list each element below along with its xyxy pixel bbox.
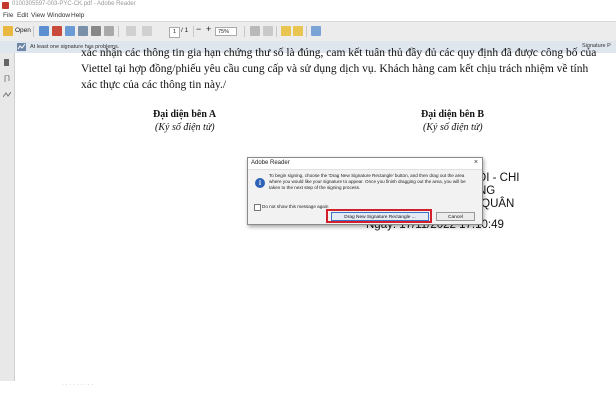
create-pdf-icon[interactable] bbox=[39, 26, 49, 36]
page-number-input[interactable]: 1 bbox=[169, 27, 180, 38]
fit-page-icon[interactable] bbox=[250, 26, 260, 36]
menu-help[interactable]: Help bbox=[71, 12, 84, 19]
adobe-reader-icon bbox=[2, 2, 9, 9]
open-folder-icon[interactable] bbox=[3, 26, 13, 36]
navigation-panel bbox=[0, 53, 15, 381]
party-a-title: Đại diện bên A bbox=[153, 109, 217, 120]
document-text-line: Viettel tại hợp đồng/phiếu yêu cầu cung … bbox=[81, 63, 589, 75]
email-icon[interactable] bbox=[104, 26, 114, 36]
document-text-line: xác thực của các thông tin này./ bbox=[81, 79, 227, 91]
party-b-title: Đại diện bên B bbox=[421, 109, 485, 120]
zoom-out-icon[interactable]: − bbox=[196, 24, 201, 34]
zoom-in-icon[interactable]: + bbox=[206, 24, 211, 34]
party-a-subtitle: (Ký số điện tử) bbox=[155, 122, 215, 133]
dialog-title-bar: Adobe Reader × bbox=[248, 158, 482, 170]
pages-icon[interactable] bbox=[3, 59, 11, 67]
dialog-title: Adobe Reader bbox=[251, 160, 290, 166]
close-icon[interactable]: × bbox=[474, 159, 478, 166]
next-page-icon[interactable] bbox=[142, 26, 152, 36]
open-button[interactable]: Open bbox=[15, 27, 31, 34]
save-icon[interactable] bbox=[78, 26, 88, 36]
toolbar-separator bbox=[244, 26, 245, 37]
menu-bar: File Edit View Window Help bbox=[0, 11, 616, 21]
window-title: 0100305597-003-PYC-CK.pdf - Adobe Reader bbox=[12, 1, 136, 7]
attachment-icon[interactable] bbox=[3, 75, 11, 83]
toolbar-separator bbox=[276, 26, 277, 37]
toolbar-separator bbox=[306, 26, 307, 37]
menu-view[interactable]: View bbox=[31, 12, 45, 19]
menu-edit[interactable]: Edit bbox=[17, 12, 28, 19]
dont-show-again-checkbox[interactable] bbox=[254, 204, 261, 211]
sign-icon[interactable] bbox=[65, 26, 75, 36]
drag-new-signature-rectangle-button[interactable]: Drag New Signature Rectangle ... bbox=[331, 212, 429, 221]
menu-file[interactable]: File bbox=[3, 12, 13, 19]
previous-page-icon[interactable] bbox=[126, 26, 136, 36]
adobe-reader-dialog: Adobe Reader × i To begin signing, choos… bbox=[247, 157, 483, 225]
print-icon[interactable] bbox=[91, 26, 101, 36]
cancel-button[interactable]: Cancel bbox=[436, 212, 475, 221]
document-text-line: xác nhận các thông tin gia hạn chứng thư… bbox=[81, 47, 597, 59]
sign-pen-icon[interactable] bbox=[311, 26, 321, 36]
page-total: / 1 bbox=[181, 27, 189, 34]
document-footer: · · · · · · · · · bbox=[0, 381, 616, 394]
fit-width-icon[interactable] bbox=[263, 26, 273, 36]
footer-text: · · · · · · · · · bbox=[62, 382, 94, 388]
toolbar: Open 1 / 1 − + 75% bbox=[0, 21, 616, 43]
toolbar-separator bbox=[33, 26, 34, 37]
info-icon: i bbox=[255, 178, 265, 188]
pdf-tools-icon[interactable] bbox=[52, 26, 62, 36]
menu-window[interactable]: Window bbox=[47, 12, 70, 19]
dont-show-again-label[interactable]: Do not show this message again bbox=[262, 204, 328, 209]
highlight-icon[interactable] bbox=[293, 26, 303, 36]
signatures-icon[interactable] bbox=[3, 91, 11, 99]
toolbar-separator bbox=[193, 26, 194, 37]
zoom-select[interactable]: 75% bbox=[215, 27, 237, 36]
signature-warning-icon bbox=[17, 43, 26, 51]
toolbar-separator bbox=[118, 26, 119, 37]
dialog-message: To begin signing, choose the 'Drag New S… bbox=[269, 173, 466, 190]
party-b-subtitle: (Ký số điện tử) bbox=[423, 122, 483, 133]
title-bar: 0100305597-003-PYC-CK.pdf - Adobe Reader bbox=[0, 0, 616, 11]
comment-icon[interactable] bbox=[281, 26, 291, 36]
